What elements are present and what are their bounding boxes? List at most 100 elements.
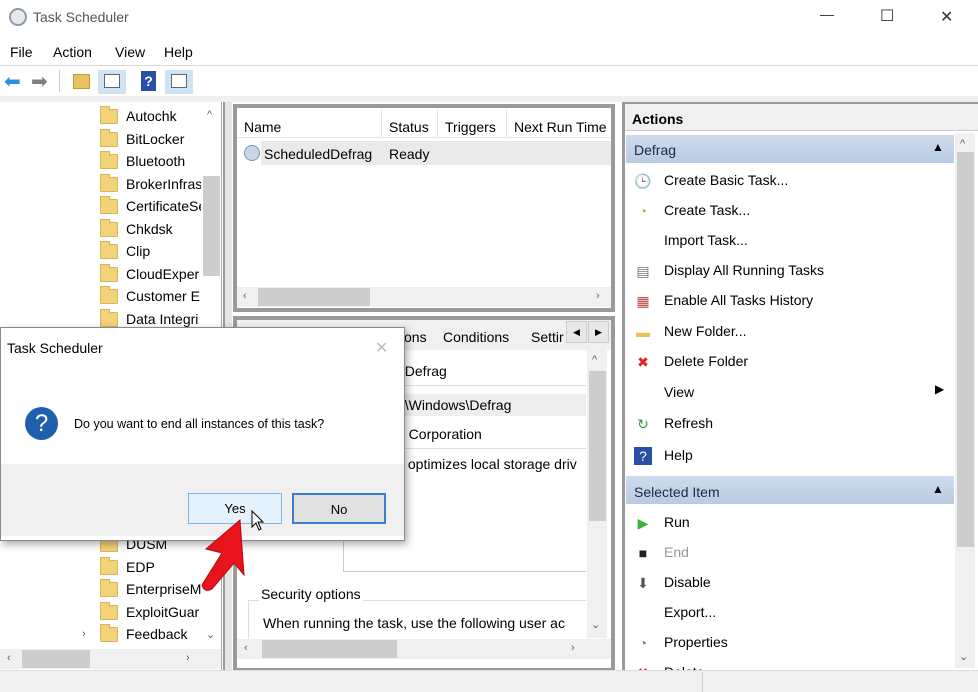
folder-icon (100, 241, 118, 259)
tree-item[interactable]: Customer E: (126, 288, 202, 304)
tree-item[interactable]: Data Integri (126, 311, 202, 327)
scroll-down-icon[interactable]: ⌄ (959, 650, 968, 663)
folder-icon (100, 556, 118, 575)
action-item[interactable]: New Folder... (664, 323, 746, 339)
minimize-button[interactable]: — (820, 6, 834, 22)
column-triggers[interactable]: Triggers (445, 119, 496, 135)
column-name[interactable]: Name (244, 119, 281, 135)
folder-icon (100, 286, 118, 304)
scroll-up-icon[interactable]: ^ (207, 109, 212, 121)
scroll-right-icon[interactable]: › (596, 290, 600, 302)
back-arrow-icon[interactable]: ⬅ (4, 69, 21, 94)
action-item[interactable]: Refresh (664, 415, 713, 431)
status-bar (0, 670, 978, 692)
action-item[interactable]: Create Task... (664, 202, 750, 218)
tab-settings[interactable]: Settir (531, 329, 567, 345)
action-item[interactable]: End (664, 544, 689, 560)
actions-scroll-thumb[interactable] (957, 152, 974, 547)
properties-icon: ◔ (638, 635, 648, 651)
action-item[interactable]: View (664, 384, 694, 400)
tree-item[interactable]: Bluetooth (126, 153, 202, 169)
mouse-cursor-icon (251, 510, 265, 531)
action-item[interactable]: Help (664, 447, 693, 463)
tree-item[interactable]: BrokerInfras (126, 176, 202, 192)
action-item[interactable]: Disable (664, 574, 711, 590)
show-hide-console-tree-icon[interactable] (98, 70, 126, 94)
scroll-left-icon[interactable]: ‹ (7, 652, 11, 664)
security-options-text: When running the task, use the following… (263, 615, 565, 631)
window-title: Task Scheduler (33, 9, 129, 25)
tree-scroll-thumb[interactable] (203, 176, 220, 276)
delete-icon: ✖ (637, 354, 649, 370)
disable-icon: ⬇ (637, 575, 649, 591)
folder-icon (100, 173, 118, 192)
section-title-defrag: Defrag (634, 142, 677, 158)
details-scroll-thumb[interactable] (589, 371, 606, 521)
action-item[interactable]: Properties (664, 634, 728, 650)
tree-item[interactable]: Clip (126, 243, 202, 259)
action-item[interactable]: Delete Folder (664, 353, 748, 369)
folder-up-icon[interactable] (73, 74, 90, 89)
menu-view[interactable]: View (115, 44, 145, 60)
close-button[interactable]: ✕ (940, 7, 953, 27)
dialog-title: Task Scheduler (7, 340, 103, 356)
action-item[interactable]: Display All Running Tasks (664, 262, 824, 278)
action-item[interactable]: Create Basic Task... (664, 172, 788, 188)
tree-hscroll-thumb[interactable] (22, 650, 90, 668)
collapse-icon[interactable]: ▲ (932, 140, 944, 154)
tree-item[interactable]: Feedback (126, 626, 202, 642)
tab-scroll-left-button[interactable]: ◀ (566, 321, 587, 343)
toolbar-separator (59, 70, 60, 92)
submenu-arrow-icon: ▶ (935, 382, 945, 396)
tab-actions[interactable]: ons (404, 329, 427, 345)
tab-scroll-right-button[interactable]: ▶ (588, 321, 609, 343)
refresh-icon: ↻ (637, 416, 649, 432)
tree-item[interactable]: Autochk (126, 108, 202, 124)
actions-title: Actions (632, 111, 684, 127)
tree-item[interactable]: CertificateSe (126, 198, 202, 214)
action-item[interactable]: Import Task... (664, 232, 748, 248)
scroll-down-icon[interactable]: ⌄ (591, 618, 600, 631)
action-item[interactable]: Run (664, 514, 690, 530)
run-icon: ▶ (637, 515, 649, 531)
expand-chevron-icon[interactable]: › (82, 628, 86, 640)
collapse-icon[interactable]: ▲ (932, 482, 944, 496)
details-hscroll-thumb[interactable] (262, 640, 397, 658)
tree-item[interactable]: Chkdsk (126, 221, 202, 237)
folder-icon (100, 106, 118, 124)
help-icon[interactable]: ? (141, 71, 156, 91)
action-item[interactable]: Enable All Tasks History (664, 292, 813, 308)
scroll-right-icon[interactable]: › (186, 652, 190, 664)
dialog-close-button[interactable]: ✕ (375, 338, 388, 358)
scroll-left-icon[interactable]: ‹ (243, 290, 247, 302)
action-item[interactable]: Export... (664, 604, 716, 620)
no-button[interactable]: No (292, 493, 386, 524)
tree-item[interactable]: CloudExper (126, 266, 202, 282)
scroll-up-icon[interactable]: ^ (960, 138, 965, 150)
scroll-left-icon[interactable]: ‹ (244, 642, 248, 654)
menu-file[interactable]: File (10, 44, 33, 60)
forward-arrow-icon[interactable]: ➡ (31, 69, 48, 94)
task-list-hscroll-thumb[interactable] (258, 288, 370, 306)
scroll-up-icon[interactable]: ^ (592, 354, 597, 366)
folder-icon (100, 196, 118, 214)
task-clock-icon (244, 145, 260, 161)
menu-action[interactable]: Action (53, 44, 92, 60)
maximize-button[interactable]: ☐ (880, 6, 894, 26)
show-hide-action-pane-icon[interactable] (165, 70, 193, 94)
new-folder-icon: ▬ (636, 324, 650, 340)
task-status: Ready (389, 146, 430, 162)
column-status[interactable]: Status (389, 119, 429, 135)
tree-item[interactable]: BitLocker (126, 131, 202, 147)
tab-conditions[interactable]: Conditions (443, 329, 509, 345)
scroll-right-icon[interactable]: › (571, 642, 575, 654)
folder-icon (100, 218, 118, 237)
security-options-label: Security options (259, 586, 363, 602)
column-next-run-time[interactable]: Next Run Time (514, 119, 610, 135)
task-author-value[interactable]: ft Corporation (397, 426, 482, 442)
menu-help[interactable]: Help (164, 44, 193, 60)
scroll-down-icon[interactable]: ⌄ (206, 628, 215, 641)
tree-item[interactable]: ExploitGuar (126, 604, 202, 620)
create-basic-task-icon: 🕒 (634, 173, 652, 189)
task-name: ScheduledDefrag (264, 146, 373, 162)
